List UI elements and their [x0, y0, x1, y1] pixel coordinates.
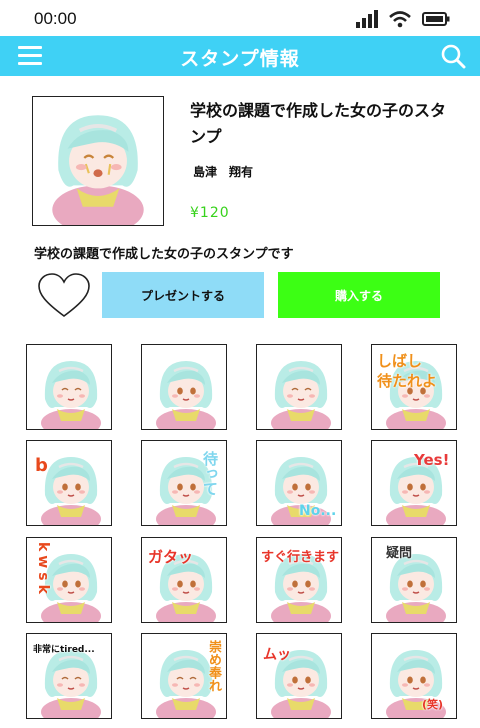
sticker-caption: (笑) — [422, 698, 444, 711]
sticker-caption: 疑問 — [386, 546, 413, 561]
sticker-thumbnail[interactable]: 崇め奉れ — [141, 633, 227, 719]
sticker-caption: ガタッ — [148, 548, 194, 566]
sticker-thumbnail[interactable]: すぐ行きます — [256, 537, 342, 623]
price: ¥120 — [190, 205, 230, 221]
wifi-icon — [389, 11, 411, 28]
sticker-caption: ムッ — [263, 647, 291, 663]
status-time: 00:00 — [34, 9, 77, 28]
sticker-caption: 待って — [201, 451, 219, 496]
sticker-caption: kwsk — [35, 542, 51, 598]
sticker-thumbnail[interactable]: 非常にtired... — [26, 633, 112, 719]
sticker-thumbnail[interactable]: 疑問 — [371, 537, 457, 623]
page-title: スタンプ情報 — [180, 48, 300, 70]
present-button[interactable]: プレゼントする — [102, 272, 264, 318]
sticker-thumbnail[interactable]: b — [26, 440, 112, 526]
sticker-thumbnail[interactable]: (笑) — [371, 633, 457, 719]
sticker-thumbnail[interactable]: ガタッ — [141, 537, 227, 623]
sticker-caption: b — [35, 455, 48, 476]
sticker-thumbnail[interactable]: 待って — [141, 440, 227, 526]
sticker-caption: No... — [299, 503, 337, 519]
sticker-description: 学校の課題で作成した女の子のスタンプです — [34, 247, 294, 262]
main-sticker-image — [32, 96, 164, 226]
heart-icon[interactable] — [37, 272, 91, 320]
sticker-caption: すぐ行きます — [261, 550, 340, 565]
status-bar: 00:00 — [0, 0, 480, 36]
sticker-thumbnail[interactable] — [256, 344, 342, 430]
sticker-thumbnail[interactable] — [141, 344, 227, 430]
sticker-caption: 崇め奉れ — [206, 640, 221, 692]
sticker-thumbnail[interactable]: Yes! — [371, 440, 457, 526]
search-icon[interactable] — [440, 43, 466, 69]
sticker-thumbnail[interactable]: No... — [256, 440, 342, 526]
sticker-thumbnail[interactable]: kwsk — [26, 537, 112, 623]
sticker-thumbnail[interactable]: ムッ — [256, 633, 342, 719]
signal-icon — [356, 10, 378, 28]
app-header: スタンプ情報 — [0, 36, 480, 76]
sticker-caption: 非常にtired... — [33, 645, 95, 655]
battery-icon — [422, 12, 450, 26]
sticker-caption: しばし 待たれよ — [377, 352, 438, 390]
sticker-caption: Yes! — [414, 451, 450, 469]
buy-button[interactable]: 購入する — [278, 272, 440, 318]
status-icons — [356, 10, 450, 28]
sticker-thumbnail[interactable] — [26, 344, 112, 430]
author-name[interactable]: 島津 翔有 — [193, 163, 253, 180]
sticker-thumbnail[interactable]: しばし 待たれよ — [371, 344, 457, 430]
sticker-title: 学校の課題で作成した女の子のスタンプ — [190, 101, 447, 146]
